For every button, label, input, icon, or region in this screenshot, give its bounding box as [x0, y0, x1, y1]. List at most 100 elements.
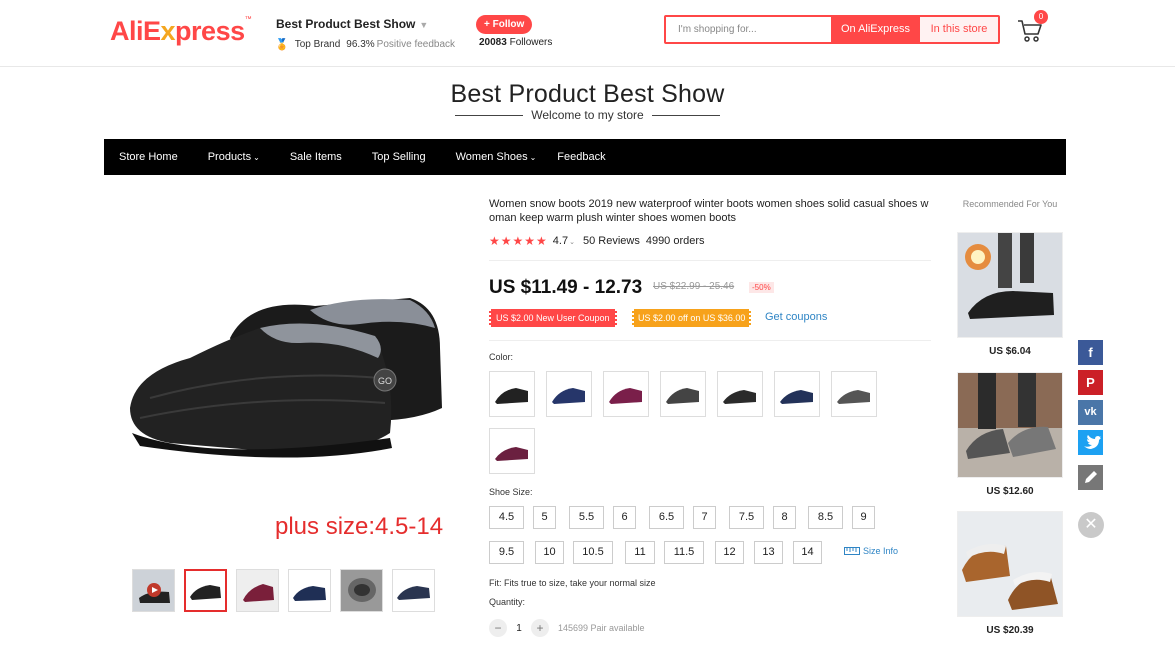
- quantity-decrease-button[interactable]: −: [489, 619, 507, 637]
- follow-button[interactable]: + Follow: [476, 15, 533, 34]
- nav-products[interactable]: Products ⌄: [193, 139, 275, 176]
- search-on-aliexpress-button[interactable]: On AliExpress: [831, 17, 920, 42]
- nav-feedback[interactable]: Feedback: [551, 139, 620, 175]
- top-brand-label: Top Brand: [294, 39, 341, 50]
- close-icon[interactable]: ✕: [1078, 512, 1104, 538]
- color-option-gray-black[interactable]: [660, 371, 706, 417]
- store-name[interactable]: Best Product Best Show ▼: [276, 17, 428, 31]
- recommended-price: US $20.39: [986, 625, 1034, 636]
- rating-value[interactable]: 4.7⌄: [553, 235, 575, 247]
- color-options: [489, 371, 881, 474]
- fit-note: Fit: Fits true to size, take your normal…: [489, 578, 656, 588]
- store-coupon[interactable]: US $2.00 off on US $36.00: [632, 309, 752, 327]
- store-banner: Best Product Best Show Welcome to my sto…: [0, 68, 1175, 138]
- recommended-title: Recommended For You: [962, 199, 1058, 209]
- size-option[interactable]: 8: [773, 506, 796, 529]
- store-meta: 🏅 Top Brand 96.3% Positive feedback: [275, 38, 455, 51]
- nav-women-shoes[interactable]: Women Shoes ⌄: [441, 139, 552, 176]
- nav-top-selling[interactable]: Top Selling: [357, 139, 441, 175]
- size-option[interactable]: 7: [693, 506, 716, 529]
- thumbnail-video[interactable]: [132, 569, 175, 612]
- feedback-percent: 96.3%: [346, 39, 375, 50]
- thumbnail-navy[interactable]: [288, 569, 331, 612]
- cart-button[interactable]: 0: [1016, 10, 1048, 46]
- new-user-coupon[interactable]: US $2.00 New User Coupon: [489, 309, 617, 327]
- size-option[interactable]: 5: [533, 506, 556, 529]
- followers-count: 20083 Followers: [479, 37, 553, 48]
- main-product-image[interactable]: GO: [110, 258, 460, 498]
- nav-bar: Store Home Products ⌄ Sale Items Top Sell…: [104, 139, 1066, 175]
- star-rating-icon: ★★★★★: [489, 234, 548, 248]
- get-coupons-link[interactable]: Get coupons: [765, 311, 827, 323]
- search-in-store-button[interactable]: In this store: [920, 17, 998, 42]
- size-info-link[interactable]: Size Info: [844, 546, 898, 556]
- vk-icon[interactable]: vk: [1078, 400, 1103, 425]
- recommended-image[interactable]: [957, 232, 1063, 338]
- color-option-navy[interactable]: [546, 371, 592, 417]
- size-option[interactable]: 10: [535, 541, 564, 564]
- availability-text: 145699 Pair available: [558, 623, 645, 633]
- discount-badge: -50%: [749, 282, 774, 293]
- medal-icon: 🏅: [275, 39, 289, 51]
- svg-text:GO: GO: [378, 376, 392, 386]
- recommended-item[interactable]: US $20.39: [957, 511, 1063, 636]
- quantity-increase-button[interactable]: +: [531, 619, 549, 637]
- aliexpress-logo[interactable]: AliExpress™: [110, 16, 252, 47]
- size-option[interactable]: 6: [613, 506, 636, 529]
- store-nav: Store Home Products ⌄ Sale Items Top Sell…: [0, 139, 1175, 175]
- banner-subtitle-row: Welcome to my store: [0, 108, 1175, 122]
- thumbnail-strip: [132, 569, 435, 612]
- thumbnail-wine[interactable]: [236, 569, 279, 612]
- color-label: Color:: [489, 352, 514, 362]
- size-option[interactable]: 11.5: [664, 541, 704, 564]
- size-option[interactable]: 9.5: [489, 541, 524, 564]
- recommended-item[interactable]: US $6.04: [957, 232, 1063, 357]
- banner-title: Best Product Best Show: [450, 80, 725, 108]
- recommended-price: US $12.60: [986, 486, 1034, 497]
- chevron-down-icon: ⌄: [253, 152, 260, 162]
- divider: [489, 260, 931, 261]
- pinterest-icon[interactable]: P: [1078, 370, 1103, 395]
- thumbnail-blue[interactable]: [392, 569, 435, 612]
- recommended-image[interactable]: [957, 372, 1063, 478]
- size-option[interactable]: 7.5: [729, 506, 764, 529]
- quantity-value[interactable]: 1: [514, 623, 524, 634]
- divider: [651, 114, 720, 116]
- top-header: AliExpress™ Best Product Best Show ▼ 🏅 To…: [0, 0, 1175, 67]
- chevron-down-icon: ⌄: [529, 152, 537, 162]
- size-option[interactable]: 10.5: [573, 541, 613, 564]
- recommended-item[interactable]: US $12.60: [957, 372, 1063, 497]
- size-option[interactable]: 12: [715, 541, 744, 564]
- color-option-blue-low[interactable]: [774, 371, 820, 417]
- orders-count: 4990 orders: [645, 235, 705, 247]
- pencil-icon[interactable]: [1078, 465, 1103, 490]
- color-option-black-low[interactable]: [717, 371, 763, 417]
- size-option[interactable]: 8.5: [808, 506, 843, 529]
- search-input[interactable]: [666, 17, 831, 42]
- color-option-wine-low[interactable]: [489, 428, 535, 474]
- size-option[interactable]: 6.5: [649, 506, 684, 529]
- banner-subtitle: Welcome to my store: [531, 108, 644, 122]
- size-range-overlay: plus size:4.5-14: [275, 513, 444, 540]
- divider: [489, 340, 931, 341]
- size-option[interactable]: 4.5: [489, 506, 524, 529]
- size-option[interactable]: 13: [754, 541, 783, 564]
- size-option[interactable]: 11: [625, 541, 655, 564]
- recommended-image[interactable]: [957, 511, 1063, 617]
- size-option[interactable]: 14: [793, 541, 822, 564]
- facebook-icon[interactable]: f: [1078, 340, 1103, 365]
- social-share-bar: f P vk: [1078, 340, 1103, 490]
- color-option-gray-low[interactable]: [831, 371, 877, 417]
- color-option-black[interactable]: [489, 371, 535, 417]
- twitter-icon[interactable]: [1078, 430, 1103, 455]
- reviews-link[interactable]: 50 Reviews: [583, 235, 640, 247]
- quantity-stepper: − 1 + 145699 Pair available: [489, 619, 645, 637]
- thumbnail-black[interactable]: [184, 569, 227, 612]
- size-option[interactable]: 5.5: [569, 506, 604, 529]
- nav-sale-items[interactable]: Sale Items: [275, 139, 357, 175]
- price: US $11.49 - 12.73: [489, 277, 643, 298]
- thumbnail-fur-detail[interactable]: [340, 569, 383, 612]
- size-option[interactable]: 9: [852, 506, 875, 529]
- color-option-wine[interactable]: [603, 371, 649, 417]
- nav-store-home[interactable]: Store Home: [104, 139, 193, 175]
